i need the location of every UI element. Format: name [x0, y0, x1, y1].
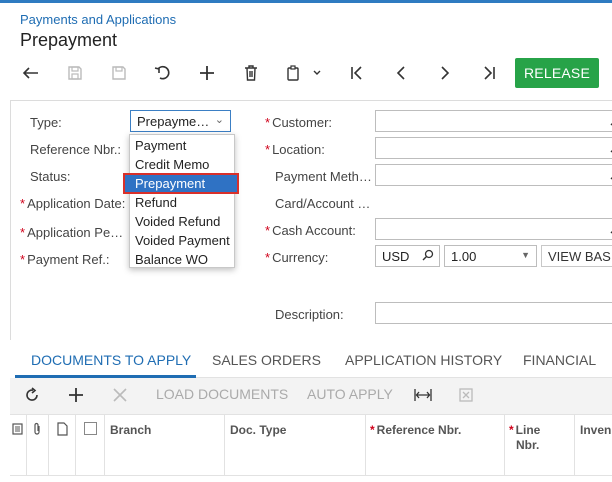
tab-application-history[interactable]: APPLICATION HISTORY [345, 352, 502, 368]
notes-icon [12, 423, 23, 438]
tab-bar: DOCUMENTS TO APPLY SALES ORDERS APPLICAT… [15, 344, 612, 378]
load-documents-button[interactable]: LOAD DOCUMENTS [156, 386, 288, 402]
document-icon [57, 422, 68, 439]
save-close-icon[interactable] [61, 58, 89, 88]
paperclip-icon [32, 422, 42, 439]
top-accent-line [0, 0, 612, 3]
currency-code-field[interactable]: USD [375, 245, 440, 267]
select-all-checkbox[interactable] [84, 422, 97, 435]
grid-header: Branch Doc. Type * Reference Nbr. * Line Nb… [10, 414, 612, 476]
fit-columns-icon[interactable] [414, 388, 432, 405]
customer-label: * Customer: [265, 115, 333, 130]
document-form: Type: Reference Nbr.: Status: * Applicati… [10, 100, 612, 340]
cash-account-field[interactable] [375, 218, 612, 240]
dropdown-option-prepayment[interactable]: Prepayment [123, 173, 239, 194]
copy-paste-icon[interactable] [282, 58, 326, 88]
location-field[interactable] [375, 137, 612, 159]
back-icon[interactable] [17, 58, 45, 88]
application-date-label: * Application Date: [20, 196, 126, 211]
currency-code-value: USD [382, 249, 410, 264]
col-document[interactable] [49, 415, 76, 475]
toolbar: RELEASE [0, 58, 612, 90]
previous-record-icon[interactable] [387, 58, 415, 88]
col-notes[interactable] [10, 415, 27, 475]
save-icon[interactable] [105, 58, 133, 88]
tab-sales-orders[interactable]: SALES ORDERS [212, 352, 321, 368]
customer-field[interactable] [375, 110, 612, 132]
payment-method-field[interactable] [375, 164, 612, 186]
col-branch[interactable]: Branch [105, 415, 225, 475]
application-period-label: * Application Pe… [20, 225, 124, 240]
currency-rate-select[interactable]: 1.00 ▼ [444, 245, 537, 267]
dropdown-option-balance-wo[interactable]: Balance WO [130, 250, 234, 269]
delete-row-icon[interactable] [113, 388, 127, 405]
tab-financial[interactable]: FINANCIAL [523, 352, 596, 368]
search-icon[interactable] [422, 249, 434, 264]
grid-toolbar: LOAD DOCUMENTS AUTO APPLY [10, 378, 612, 414]
chevron-down-icon: ⌄ [214, 114, 224, 126]
col-select[interactable] [76, 415, 105, 475]
cash-account-label: * Cash Account: [265, 223, 356, 238]
tab-documents-to-apply[interactable]: DOCUMENTS TO APPLY [31, 352, 191, 368]
type-select-value: Prepayme… [137, 114, 210, 129]
col-attachments[interactable] [27, 415, 49, 475]
dropdown-option-refund[interactable]: Refund [130, 193, 234, 212]
first-record-icon[interactable] [343, 58, 371, 88]
reference-nbr-label: Reference Nbr.: [30, 142, 122, 157]
col-line-nbr[interactable]: * Line Nbr. [505, 415, 575, 475]
description-label: Description: [275, 307, 344, 322]
breadcrumb[interactable]: Payments and Applications [20, 12, 176, 27]
col-inventory[interactable]: Inven [575, 415, 612, 475]
undo-icon[interactable] [149, 58, 177, 88]
col-doc-type[interactable]: Doc. Type [225, 415, 366, 475]
card-account-label: Card/Account … [275, 196, 371, 211]
release-button[interactable]: RELEASE [515, 58, 599, 88]
refresh-icon[interactable] [24, 387, 40, 406]
type-select[interactable]: Prepayme… ⌄ [130, 110, 231, 132]
auto-apply-button[interactable]: AUTO APPLY [307, 386, 393, 402]
payment-method-label: Payment Meth… [275, 169, 372, 184]
export-excel-icon[interactable] [459, 388, 473, 405]
dropdown-option-voided-payment[interactable]: Voided Payment [130, 231, 234, 250]
delete-icon[interactable] [237, 58, 265, 88]
dropdown-option-credit-memo[interactable]: Credit Memo [130, 155, 234, 174]
next-record-icon[interactable] [431, 58, 459, 88]
page-title: Prepayment [20, 30, 118, 50]
add-row-icon[interactable] [68, 387, 84, 406]
location-label: * Location: [265, 142, 325, 157]
col-reference-nbr[interactable]: * Reference Nbr. [366, 415, 505, 475]
dropdown-option-payment[interactable]: Payment [130, 136, 234, 155]
status-label: Status: [30, 169, 71, 184]
type-dropdown-list: Payment Credit Memo Prepayment Refund Vo… [123, 134, 239, 269]
dropdown-option-voided-refund[interactable]: Voided Refund [130, 212, 234, 231]
description-field[interactable] [375, 302, 612, 324]
last-record-icon[interactable] [475, 58, 503, 88]
caret-down-icon: ▼ [521, 250, 530, 260]
view-base-button[interactable]: VIEW BASI [541, 245, 612, 267]
currency-label: * Currency: [265, 250, 329, 265]
type-label: Type: [30, 115, 62, 130]
currency-rate-value: 1.00 [451, 249, 477, 264]
payment-ref-label: * Payment Ref.: [20, 252, 110, 267]
add-icon[interactable] [193, 58, 221, 88]
